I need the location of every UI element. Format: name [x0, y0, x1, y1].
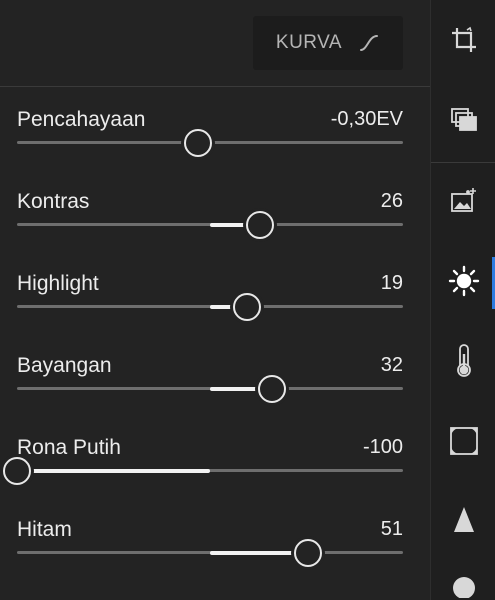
- slider-label: Pencahayaan: [17, 108, 146, 131]
- slider-thumb[interactable]: [232, 293, 261, 321]
- slider-label: Kontras: [17, 190, 90, 213]
- slider-track[interactable]: [17, 539, 403, 567]
- slider-track[interactable]: [17, 211, 403, 239]
- slider-track[interactable]: [17, 375, 403, 403]
- light-panel: KURVA Pencahayaan -0,30EV Kontras 26 Hig…: [0, 0, 430, 600]
- slider-thumb[interactable]: [3, 457, 31, 485]
- slider-thumb[interactable]: [246, 211, 275, 239]
- curve-icon: [358, 33, 380, 53]
- slider-thumb[interactable]: [257, 375, 286, 403]
- slider-value: 32: [380, 354, 403, 376]
- vignette-effects-icon: [449, 426, 478, 460]
- presets-icon: [450, 107, 477, 137]
- slider-fill: [17, 468, 210, 473]
- slider-whites: Rona Putih -100: [0, 436, 430, 518]
- more-tool[interactable]: [431, 572, 495, 600]
- auto-enhance-icon: [450, 186, 478, 219]
- slider-value: 51: [380, 518, 403, 540]
- slider-label: Highlight: [17, 272, 99, 295]
- slider-thumb[interactable]: [294, 539, 323, 567]
- slider-track[interactable]: [17, 129, 403, 157]
- detail-icon: [452, 506, 476, 539]
- slider-shadows: Bayangan 32: [0, 354, 430, 436]
- slider-label: Rona Putih: [17, 436, 121, 459]
- slider-value: -100: [362, 436, 403, 458]
- slider-track[interactable]: [3, 457, 403, 485]
- color-tool[interactable]: [431, 333, 495, 393]
- crop-icon: [449, 25, 479, 60]
- crop-tool[interactable]: [431, 12, 495, 72]
- slider-highlights: Highlight 19: [0, 272, 430, 354]
- effects-tool[interactable]: [431, 413, 495, 473]
- slider-value: -0,30EV: [330, 108, 403, 130]
- sidebar-divider: [431, 162, 495, 163]
- slider-blacks: Hitam 51: [0, 518, 430, 600]
- optics-icon: [451, 572, 477, 600]
- auto-tool[interactable]: [431, 172, 495, 232]
- slider-thumb[interactable]: [184, 129, 213, 157]
- curve-button[interactable]: KURVA: [253, 16, 403, 70]
- light-tool[interactable]: [431, 253, 495, 313]
- presets-tool[interactable]: [431, 92, 495, 152]
- tool-sidebar: [430, 0, 495, 600]
- slider-label: Hitam: [17, 518, 72, 541]
- slider-value: 19: [380, 272, 403, 294]
- detail-tool[interactable]: [431, 492, 495, 552]
- slider-exposure: Pencahayaan -0,30EV: [0, 108, 430, 190]
- light-icon: [448, 265, 480, 302]
- slider-contrast: Kontras 26: [0, 190, 430, 272]
- slider-track[interactable]: [17, 293, 403, 321]
- curve-button-label: KURVA: [275, 32, 343, 53]
- slider-label: Bayangan: [17, 354, 112, 377]
- panel-header: KURVA: [0, 0, 430, 87]
- color-temperature-icon: [454, 343, 474, 383]
- slider-value: 26: [380, 190, 403, 212]
